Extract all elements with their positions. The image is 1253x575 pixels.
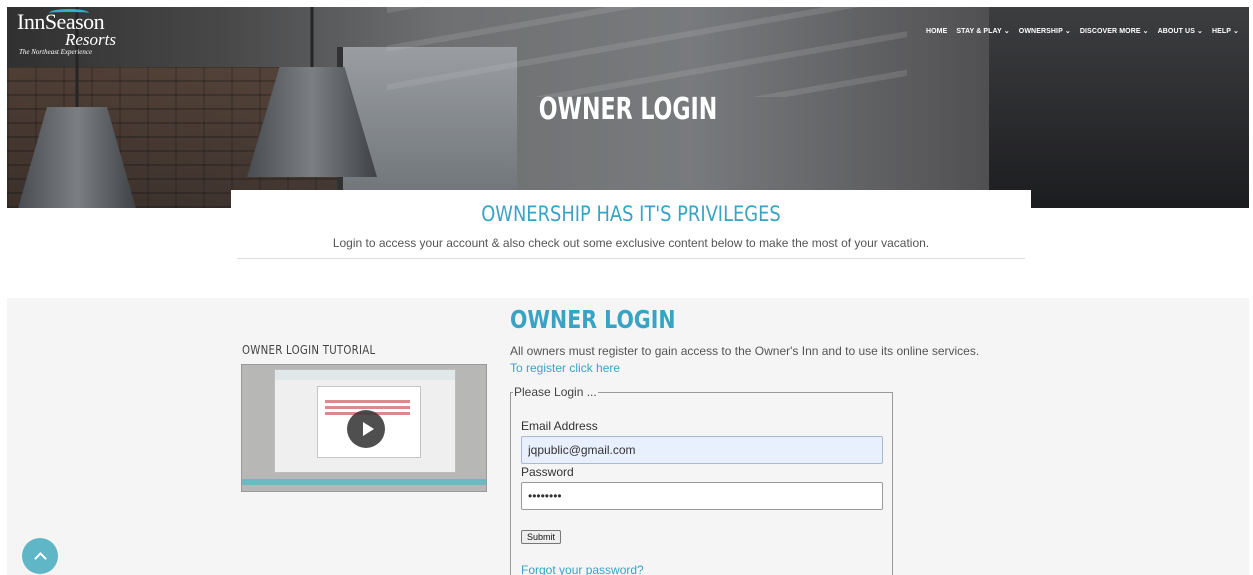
email-field[interactable] — [521, 436, 883, 464]
login-description: All owners must register to gain access … — [510, 344, 980, 358]
play-icon[interactable] — [347, 410, 385, 448]
chevron-down-icon: ⌄ — [1233, 28, 1239, 35]
top-navigation-bar: InnSeason Resorts The Northeast Experien… — [7, 7, 1249, 67]
intro-text: Login to access your account & also chec… — [332, 236, 930, 250]
forgot-password-link[interactable]: Forgot your password? — [521, 563, 644, 575]
video-thumbnail-footer — [242, 479, 486, 485]
chevron-down-icon: ⌄ — [1064, 28, 1071, 35]
login-form-legend: Please Login ... — [514, 385, 597, 399]
login-form: Please Login ... Email Address Password … — [510, 385, 893, 575]
logo-swoosh-icon — [49, 9, 89, 17]
tutorial-video[interactable] — [241, 364, 487, 492]
scroll-to-top-button[interactable] — [22, 538, 58, 574]
nav-item-help[interactable]: HELP ⌄ — [1212, 27, 1239, 36]
intro-heading: OWNERSHIP HAS IT'S PRIVILEGES — [481, 202, 781, 226]
submit-button[interactable]: Submit — [521, 530, 561, 544]
nav-item-discover-more[interactable]: DISCOVER MORE ⌄ — [1080, 27, 1149, 36]
nav-item-about-us[interactable]: ABOUT US ⌄ — [1158, 27, 1203, 36]
brand-logo[interactable]: InnSeason Resorts The Northeast Experien… — [17, 9, 142, 65]
chevron-down-icon: ⌄ — [1003, 28, 1010, 35]
main-nav: HOME STAY & PLAY ⌄ OWNERSHIP ⌄ DISCOVER MO… — [926, 27, 1239, 36]
nav-item-ownership[interactable]: OWNERSHIP ⌄ — [1019, 27, 1071, 36]
nav-item-home[interactable]: HOME — [926, 27, 947, 35]
register-link[interactable]: To register click here — [510, 361, 620, 375]
intro-card: OWNERSHIP HAS IT'S PRIVILEGES Login to a… — [231, 190, 1031, 270]
login-heading: OWNER LOGIN — [510, 305, 676, 334]
chevron-down-icon: ⌄ — [1142, 28, 1149, 35]
divider — [237, 258, 1025, 259]
logo-tagline: The Northeast Experience — [19, 48, 93, 56]
page-title: OWNER LOGIN — [538, 92, 718, 127]
email-label: Email Address — [521, 419, 598, 433]
password-label: Password — [521, 465, 574, 479]
tutorial-title: OWNER LOGIN TUTORIAL — [242, 343, 376, 357]
nav-item-stay-play[interactable]: STAY & PLAY ⌄ — [956, 27, 1010, 36]
chevron-up-icon — [33, 552, 47, 565]
password-field[interactable] — [521, 482, 883, 510]
chevron-down-icon: ⌄ — [1196, 28, 1203, 35]
logo-name-line2: Resorts — [65, 30, 116, 49]
